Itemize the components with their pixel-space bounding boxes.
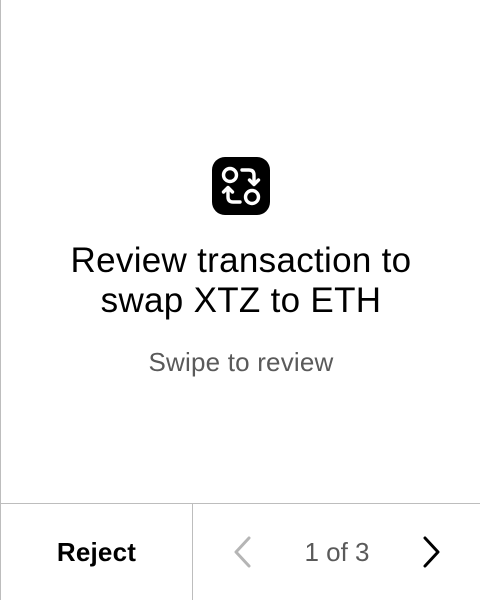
- review-screen: Review transaction to swap XTZ to ETH Sw…: [0, 0, 480, 600]
- title-line-1: Review transaction to: [70, 241, 412, 280]
- previous-page-button[interactable]: [223, 532, 263, 572]
- footer-bar: Reject 1 of 3: [1, 503, 480, 600]
- title-line-2: swap XTZ to ETH: [100, 281, 382, 320]
- swipe-hint: Swipe to review: [148, 347, 334, 377]
- reject-label: Reject: [56, 536, 137, 567]
- page-indicator: 1 of 3: [304, 536, 370, 567]
- page-navigation: 1 of 3: [193, 504, 480, 600]
- review-content: Review transaction to swap XTZ to ETH Sw…: [1, 0, 480, 503]
- chevron-right-icon: [423, 536, 440, 568]
- chevron-left-icon: [234, 536, 251, 568]
- next-page-button[interactable]: [411, 532, 451, 572]
- swap-arrows-icon: [212, 157, 270, 215]
- reject-button[interactable]: Reject: [1, 504, 193, 600]
- page-title: Review transaction to swap XTZ to ETH: [1, 241, 480, 321]
